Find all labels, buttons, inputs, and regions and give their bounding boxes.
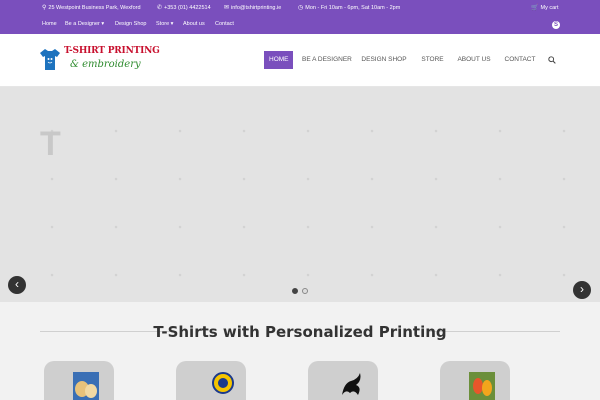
site-logo[interactable]: T-SHIRT PRINTING & embroidery <box>40 45 160 75</box>
slider-dot[interactable] <box>302 288 308 294</box>
phone-text[interactable]: +353 (01) 4422514 <box>164 5 211 11</box>
phone-icon: ✆ <box>157 5 163 11</box>
site-header: T-SHIRT PRINTING & embroidery HOME BE A … <box>0 34 600 87</box>
nav-contact[interactable]: CONTACT <box>503 51 537 69</box>
hours-text: Mon - Fri 10am - 6pm, Sat 10am - 2pm <box>305 4 401 11</box>
address-info: ⚲ 25 Westpoint Business Park, Wexford <box>42 4 141 12</box>
top-link-designer-label: Be a Designer <box>65 21 100 27</box>
chevron-down-icon: ▾ <box>169 21 174 27</box>
location-pin-icon: ⚲ <box>42 5 47 11</box>
cart-icon: 🛒 <box>531 5 539 11</box>
lions-emblem-icon <box>212 372 234 394</box>
phone-info[interactable]: ✆ +353 (01) 4422514 <box>157 4 211 12</box>
tshirt-logo-icon <box>40 49 60 70</box>
email-info[interactable]: ✉ info@tshirtprinting.ie <box>224 4 281 12</box>
cart-text[interactable]: My cart <box>540 5 558 11</box>
concrete-background <box>0 87 600 302</box>
slider-dot-active[interactable] <box>292 288 298 294</box>
logo-subtitle: & embroidery <box>70 59 141 70</box>
product-card[interactable] <box>440 361 510 400</box>
product-card[interactable] <box>308 361 378 400</box>
nav-home[interactable]: HOME <box>264 51 293 69</box>
envelope-icon: ✉ <box>224 5 230 11</box>
top-link-design-shop[interactable]: Design Shop <box>115 21 147 27</box>
top-link-about[interactable]: About us <box>183 21 205 27</box>
top-link-designer[interactable]: Be a Designer ▾ <box>65 21 104 27</box>
top-info-bar: ⚲ 25 Westpoint Business Park, Wexford ✆ … <box>0 0 600 34</box>
top-link-home[interactable]: Home <box>42 21 57 27</box>
skype-icon[interactable]: S <box>552 21 560 29</box>
slider-prev-arrow-icon[interactable]: ‹ <box>8 276 26 294</box>
slider-next-arrow-icon[interactable]: › <box>573 281 591 299</box>
slide-caption: T <box>40 125 61 163</box>
product-card[interactable] <box>44 361 114 400</box>
puppies-print-icon <box>73 372 99 400</box>
nav-design-shop[interactable]: DESIGN SHOP <box>361 51 407 69</box>
tshirt-image <box>176 361 246 400</box>
nav-store[interactable]: STORE <box>419 51 446 69</box>
chevron-down-icon: ▾ <box>99 21 105 27</box>
address-text: 25 Westpoint Business Park, Wexford <box>48 4 141 11</box>
hero-slider: T ‹ › <box>0 87 600 302</box>
top-link-store-label: Store <box>156 21 170 27</box>
top-link-contact[interactable]: Contact <box>215 21 234 27</box>
email-text[interactable]: info@tshirtprinting.ie <box>231 5 281 11</box>
tribal-dragon-icon <box>342 373 361 395</box>
logo-title: T-SHIRT PRINTING <box>64 46 160 56</box>
nav-designer[interactable]: BE A DESIGNER <box>302 51 352 69</box>
cart-link[interactable]: 🛒 My cart <box>531 4 559 12</box>
hours-info: ◷ Mon - Fri 10am - 6pm, Sat 10am - 2pm <box>298 4 401 12</box>
top-link-store[interactable]: Store ▾ <box>156 21 173 27</box>
clock-icon: ◷ <box>298 5 304 11</box>
search-icon[interactable] <box>548 56 556 64</box>
parrots-print-icon <box>469 372 495 400</box>
section-title: T-Shirts with Personalized Printing <box>153 323 447 341</box>
nav-about[interactable]: ABOUT US <box>456 51 492 69</box>
product-card[interactable] <box>176 361 246 400</box>
